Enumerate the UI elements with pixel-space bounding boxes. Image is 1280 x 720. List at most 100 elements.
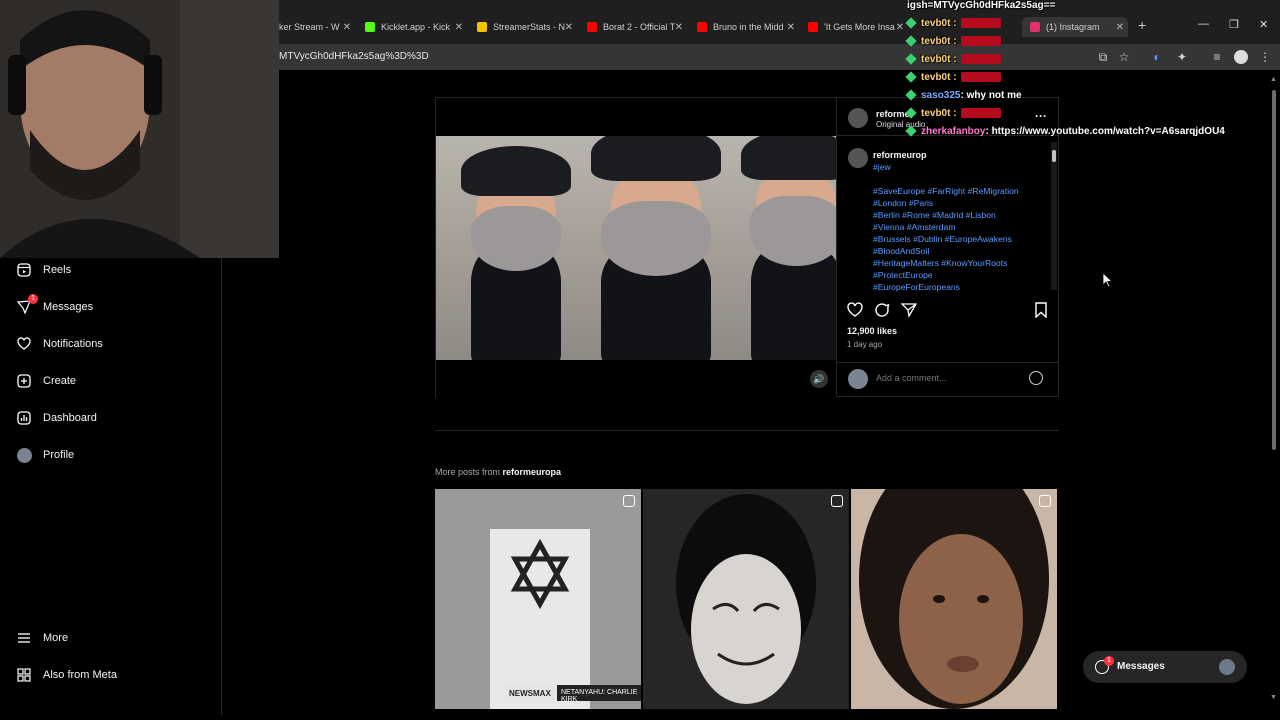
url-text[interactable]: MTVycGh0dHFka2s5ag%3D%3D [279,51,429,62]
sidebar-item-label: Also from Meta [43,669,117,681]
sidebar-item-profile[interactable]: Profile [16,447,74,463]
emote-icon [960,108,1001,119]
hashtag-line[interactable]: #Vienna #Amsterdam [873,221,1047,233]
chat-username: saso325 [921,90,961,101]
tab-label: ker Stream - W [279,22,340,32]
hashtag-line[interactable]: #London #Paris [873,197,1047,209]
close-tab-icon[interactable]: ✕ [787,22,795,33]
mask-image [643,489,849,709]
heart-icon [16,336,32,352]
chat-message: : why not me [960,90,1022,101]
thumb-caption: NETANYAHU: CHARLIE KIRK [561,689,638,703]
reels-icon [16,262,32,278]
hashtag-line[interactable]: #BloodAndSoil [873,245,1047,257]
post-video[interactable] [436,136,836,360]
messages-floating-button[interactable]: 1 Messages [1083,651,1247,683]
doll-figure [576,136,736,360]
hashtag-line[interactable]: #SaveEurope #FarRight #ReMigration [873,185,1047,197]
sidebar-item-label: More [43,632,69,644]
sidebar-item-also-from-meta[interactable]: Also from Meta [16,667,117,683]
badge-icon [905,107,917,120]
mute-toggle-icon[interactable]: 🔊 [810,370,828,388]
chat-line: tevb0t : [905,35,1001,48]
section-divider [435,430,1059,431]
youtube-icon [808,22,818,32]
badge-icon [905,17,917,30]
menu-icon [16,630,32,646]
sidebar-item-dashboard[interactable]: Dashboard [16,410,97,426]
selfie-image [851,489,1057,709]
emoji-icon[interactable] [1029,371,1043,385]
save-bookmark-icon[interactable] [1033,302,1049,318]
chat-username: tevb0t : [921,108,957,119]
reel-icon [831,495,843,507]
emote-icon [960,36,1001,47]
chat-username: tevb0t : [921,36,957,47]
avatar [1219,659,1235,675]
more-posts-prefix: More posts from [435,467,503,477]
reel-icon [623,495,635,507]
post-caption: #jew #SaveEurope #FarRight #ReMigration … [873,161,1047,293]
meta-icon [16,667,32,683]
scroll-down-icon[interactable]: ▼ [1270,694,1277,701]
close-tab-icon[interactable]: ✕ [455,22,463,33]
close-tab-icon[interactable]: ✕ [343,22,351,33]
chat-line: tevb0t : [905,17,1001,30]
chat-line: zherkafanboy: https://www.youtube.com/wa… [905,125,1225,138]
sidebar-item-more[interactable]: More [16,630,68,646]
sidebar-item-label: Notifications [43,338,103,350]
post-media[interactable]: 🔊 [436,98,836,398]
sidebar: Reels 1 Messages Notifications Create Da… [0,255,222,715]
comment-input[interactable] [876,373,1016,383]
chat-username: tevb0t : [921,72,957,83]
like-icon[interactable] [847,302,863,318]
page-scrollbar[interactable]: ▲ ▼ [1270,76,1278,716]
scroll-thumb[interactable] [1272,90,1276,450]
caption-scroll-thumb[interactable] [1052,150,1056,162]
close-tab-icon[interactable]: ✕ [896,22,904,33]
likes-count[interactable]: 12,900 likes [847,326,897,336]
hashtag-line[interactable]: #Brussels #Dublin #EuropeAwakens [873,233,1047,245]
avatar-icon [16,447,32,463]
close-tab-icon[interactable]: ✕ [675,22,683,33]
more-post-thumbnail[interactable]: NEWSMAX NETANYAHU: CHARLIE KIRK [435,489,641,709]
caption-scrollbar[interactable] [1051,142,1057,290]
hashtag-link[interactable]: #jew [873,161,1047,173]
tab-1[interactable]: Kicklet.app - Kick ✕ [365,17,463,37]
comment-icon[interactable] [874,302,890,318]
close-tab-icon[interactable]: ✕ [565,22,573,33]
sidebar-item-create[interactable]: Create [16,373,76,389]
hashtag-line[interactable]: #EuropeForEuropeans [873,281,1047,293]
plus-icon [16,373,32,389]
more-post-thumbnail[interactable] [851,489,1057,709]
post-side-panel: reforme Original audio ··· reformeurop #… [836,98,1059,396]
sidebar-item-label: Profile [43,449,75,461]
hashtag-line[interactable]: #Berlin #Rome #Madrid #Lisbon [873,209,1047,221]
caption-author[interactable]: reformeurop [873,150,927,160]
sidebar-item-messages[interactable]: 1 Messages [16,294,93,315]
caption-author-avatar[interactable] [848,148,868,168]
author-avatar[interactable] [848,108,868,128]
author-name[interactable]: reforme [876,109,910,119]
hashtag-line[interactable]: #HeritageMatters #KnowYourRoots [873,257,1047,269]
tab-5[interactable]: 'It Gets More Insa ✕ [808,17,904,37]
sidebar-item-notifications[interactable]: Notifications [16,336,103,352]
tab-2[interactable]: StreamerStats - N ✕ [477,17,573,37]
webcam-overlay [0,0,279,258]
more-post-thumbnail[interactable] [643,489,849,709]
tab-0[interactable]: ker Stream - W ✕ [279,17,351,37]
messages-label: Messages [1117,661,1165,672]
hashtag-line[interactable]: #ProtectEurope [873,269,1047,281]
share-icon[interactable] [901,302,917,318]
tab-3[interactable]: Borat 2 - Official T ✕ [587,17,683,37]
more-posts-account[interactable]: reformeuropa [503,467,562,477]
mouse-cursor-icon [1102,272,1114,288]
more-posts-heading: More posts from reformeuropa [435,467,561,477]
comment-box [837,362,1059,396]
sidebar-item-reels[interactable]: Reels [16,262,71,278]
stream-chat-overlay: igsh=MTVycGh0dHFka2s5ag== tevb0t : tevb0… [905,0,1280,140]
tab-label: Borat 2 - Official T [603,22,676,32]
tab-4[interactable]: Bruno in the Midd ✕ [697,17,795,37]
chat-username: tevb0t : [921,18,957,29]
chat-line: tevb0t : [905,53,1001,66]
